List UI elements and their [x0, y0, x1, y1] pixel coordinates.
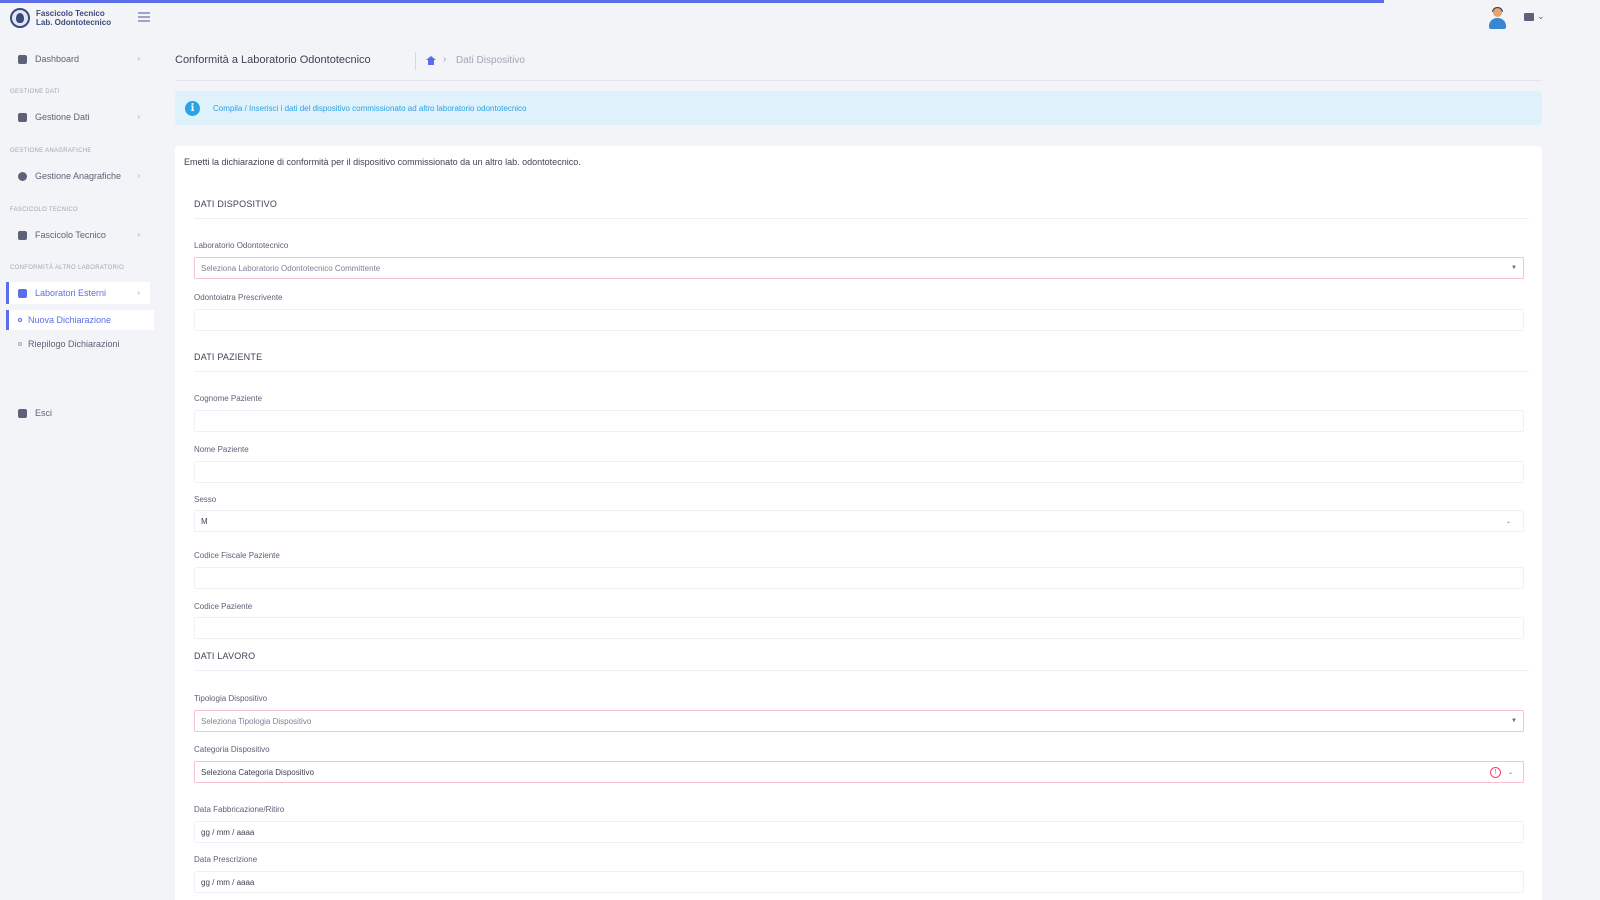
field-label-cognome: Cognome Paziente [194, 394, 263, 403]
field-label-nome: Nome Paziente [194, 445, 249, 454]
sidebar-item-label: Gestione Anagrafiche [35, 171, 122, 181]
tipologia-select[interactable]: Seleziona Tipologia Dispositivo ▼ [194, 710, 1524, 732]
field-label-tipologia: Tipologia Dispositivo [194, 694, 268, 703]
brand-line-2: Lab. Odontotecnico [36, 18, 112, 27]
nome-input[interactable] [194, 461, 1524, 483]
brand-logo [10, 8, 30, 28]
user-avatar[interactable] [1488, 7, 1506, 30]
sidebar-item-esci[interactable]: Esci [6, 402, 150, 424]
brand[interactable]: Fascicolo Tecnico Lab. Odontotecnico [10, 8, 150, 30]
sidebar-item-label: Gestione Dati [35, 112, 90, 122]
sidebar-item-fascicolo-tecnico[interactable]: Fascicolo Tecnico › [6, 224, 150, 246]
sidebar-section-dati: Gestione Dati [10, 89, 60, 95]
sidebar-item-label: Laboratori Esterni [35, 288, 107, 298]
section-title-paziente: DATI PAZIENTE [194, 352, 263, 362]
breadcrumb-home-icon[interactable] [426, 56, 436, 65]
form-intro: Emetti la dichiarazione di conformità pe… [184, 157, 581, 167]
select-placeholder: Seleziona Laboratorio Odontotecnico Comm… [201, 263, 381, 273]
info-icon: i [185, 100, 200, 116]
prescrittore-input[interactable] [194, 309, 1524, 331]
chevron-right-icon: › [137, 112, 140, 121]
sidebar-subitem-label: Nuova Dichiarazione [28, 315, 112, 325]
sidebar: Fascicolo Tecnico Lab. Odontotecnico Das… [0, 0, 155, 900]
chevron-right-icon: › [137, 171, 140, 180]
select-placeholder: Seleziona Tipologia Dispositivo [201, 716, 312, 726]
codice-paziente-input[interactable] [194, 617, 1524, 639]
date-placeholder: gg / mm / aaaa [201, 827, 255, 837]
sidebar-subitem-riepilogo-dichiarazioni[interactable]: Riepilogo Dichiarazioni [6, 334, 154, 354]
document-icon [18, 288, 27, 298]
chevron-down-icon: ⌄ [1507, 770, 1513, 776]
header-divider [175, 80, 1542, 81]
section-divider [194, 371, 1529, 372]
users-icon [18, 171, 27, 181]
categoria-select[interactable]: Seleziona Categoria Dispositivo ! ⌄ [194, 761, 1524, 783]
page-loading-bar [0, 0, 1384, 3]
codice-fiscale-input[interactable] [194, 567, 1524, 589]
data-fabbricazione-input[interactable]: gg / mm / aaaa [194, 821, 1524, 843]
chevron-down-icon[interactable]: ⌄ [1537, 11, 1545, 22]
sidebar-item-gestione-anagrafiche[interactable]: Gestione Anagrafiche › [6, 165, 150, 187]
sidebar-item-dashboard[interactable]: Dashboard › [6, 48, 150, 70]
sidebar-subitem-label: Riepilogo Dichiarazioni [28, 339, 120, 349]
sesso-select[interactable]: M ⌄ [194, 510, 1524, 532]
form-card: Emetti la dichiarazione di conformità pe… [175, 146, 1542, 900]
lock-icon [18, 408, 27, 418]
info-alert: i Compila / Inserisci i dati del disposi… [175, 91, 1542, 125]
chevron-right-icon: › [137, 230, 140, 239]
field-label-sesso: Sesso [194, 495, 217, 504]
folder-icon [18, 230, 27, 240]
brand-line-1: Fascicolo Tecnico [36, 9, 105, 18]
bullet-icon [18, 318, 22, 322]
section-divider [194, 670, 1529, 671]
field-label-data-fabbricazione: Data Fabbricazione/Ritiro [194, 805, 285, 814]
alert-text: Compila / Inserisci i dati del dispositi… [213, 103, 527, 113]
language-flag-icon[interactable] [1524, 13, 1534, 21]
sidebar-item-label: Esci [35, 408, 53, 418]
error-icon: ! [1490, 767, 1501, 778]
field-label-codice-paziente: Codice Paziente [194, 602, 253, 611]
sidebar-item-label: Fascicolo Tecnico [35, 230, 106, 240]
sidebar-section-conformita: Conformità altro laboratorio [10, 265, 125, 271]
page-title: Conformità a Laboratorio Odontotecnico [175, 54, 371, 66]
chevron-down-icon: ⌄ [1505, 519, 1511, 525]
field-label-data-prescrizione: Data Prescrizione [194, 855, 258, 864]
breadcrumb-separator-icon: › [443, 54, 447, 65]
cognome-input[interactable] [194, 410, 1524, 432]
user-icon [18, 112, 27, 122]
sidebar-item-laboratori-esterni[interactable]: Laboratori Esterni › [6, 282, 150, 304]
sidebar-item-label: Dashboard [35, 54, 80, 64]
select-value: M [201, 516, 208, 526]
field-label-codice-fiscale: Codice Fiscale Paziente [194, 551, 280, 560]
menu-toggle-icon[interactable] [138, 12, 150, 24]
field-label-prescrittore: Odontoiatra Prescrivente [194, 293, 283, 302]
bullet-icon [18, 342, 22, 346]
section-divider [194, 218, 1529, 219]
field-label-laboratorio: Laboratorio Odontotecnico [194, 241, 289, 250]
section-title-dispositivo: DATI DISPOSITIVO [194, 199, 278, 209]
field-label-categoria: Categoria Dispositivo [194, 745, 270, 754]
chevron-down-icon: › [137, 288, 140, 297]
caret-down-icon: ▼ [1511, 718, 1517, 724]
select-placeholder: Seleziona Categoria Dispositivo [201, 767, 314, 777]
chevron-right-icon: › [137, 54, 140, 63]
breadcrumb-current: Dati Dispositivo [456, 55, 525, 66]
sidebar-section-fascicolo: Fascicolo Tecnico [10, 207, 79, 213]
sidebar-section-anagrafiche: Gestione Anagrafiche [10, 148, 92, 154]
laboratorio-select[interactable]: Seleziona Laboratorio Odontotecnico Comm… [194, 257, 1524, 279]
caret-down-icon: ▼ [1511, 265, 1517, 271]
date-placeholder: gg / mm / aaaa [201, 877, 255, 887]
home-icon [18, 54, 27, 64]
section-title-lavoro: DATI LAVORO [194, 651, 256, 661]
title-divider [415, 52, 416, 70]
brand-name: Fascicolo Tecnico Lab. Odontotecnico [36, 9, 111, 27]
sidebar-item-gestione-dati[interactable]: Gestione Dati › [6, 106, 150, 128]
data-prescrizione-input[interactable]: gg / mm / aaaa [194, 871, 1524, 893]
sidebar-subitem-nuova-dichiarazione[interactable]: Nuova Dichiarazione [6, 310, 154, 330]
